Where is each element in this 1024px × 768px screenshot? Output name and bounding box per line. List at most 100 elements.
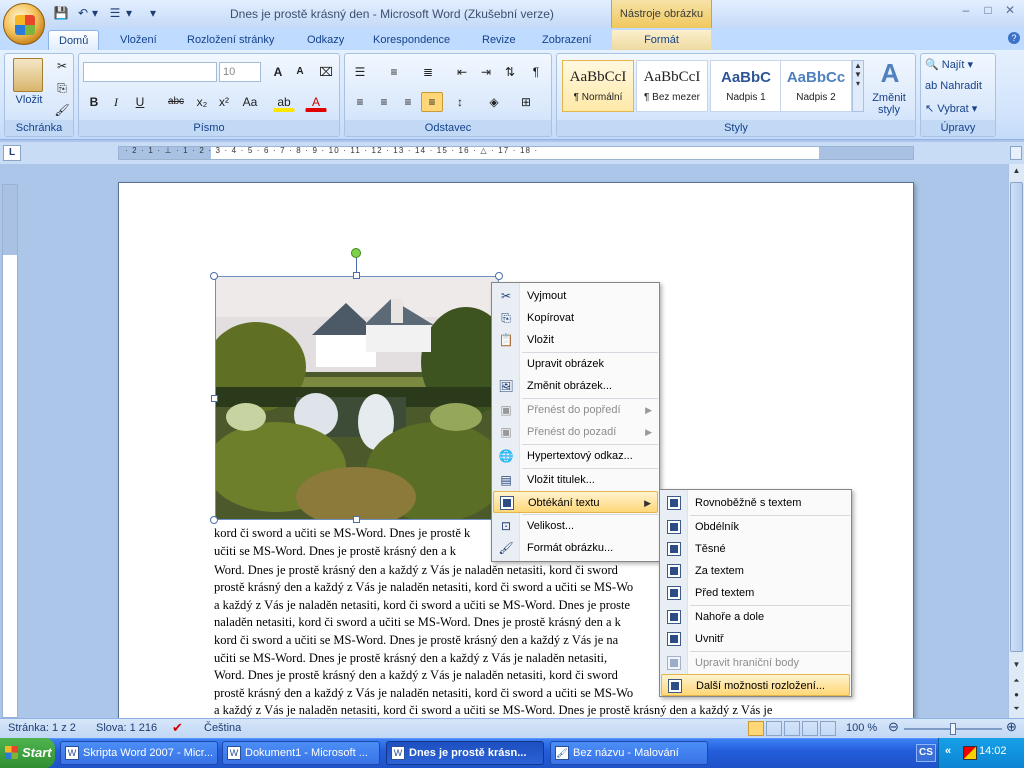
align-right-icon[interactable]: ≡ (397, 92, 419, 112)
taskbar-item[interactable]: W Skripta Word 2007 - Micr... (60, 741, 218, 765)
office-button[interactable] (3, 3, 45, 45)
view-ruler-icon[interactable] (1010, 146, 1022, 160)
menu-item-cut[interactable]: ✂ Vyjmout (493, 285, 658, 307)
decrease-indent-icon[interactable]: ⇤ (451, 62, 473, 82)
underline-button[interactable]: U (129, 92, 151, 112)
wrap-tight[interactable]: Těsné (661, 538, 850, 560)
vertical-ruler[interactable] (2, 184, 18, 718)
tab-mailings[interactable]: Korespondence (363, 30, 460, 50)
language[interactable]: Čeština (204, 722, 241, 734)
shading-icon[interactable]: ◈ (483, 92, 505, 112)
tab-insert[interactable]: Vložení (110, 30, 167, 50)
numbering-icon[interactable]: ≡ (383, 62, 405, 82)
wrap-through[interactable]: Uvnitř (661, 628, 850, 650)
menu-item-change-picture[interactable]: 🖼 Změnit obrázek... (493, 375, 658, 397)
grow-font-icon[interactable]: A (267, 62, 289, 82)
resize-handle-s[interactable] (353, 516, 360, 523)
bullets-dropdown-icon[interactable]: ▾ (124, 5, 134, 21)
tab-references[interactable]: Odkazy (297, 30, 354, 50)
minimize-button[interactable]: – (956, 3, 976, 17)
strikethrough-button[interactable]: abc (163, 92, 189, 112)
menu-item-format-picture[interactable]: 🖌 Formát obrázku... (493, 537, 658, 559)
menu-item-insert-caption[interactable]: ▤ Vložit titulek... (493, 469, 658, 491)
select-button[interactable]: ↖ Vybrat ▾ (925, 102, 977, 115)
selected-picture[interactable] (215, 276, 499, 520)
resize-handle-sw[interactable] (210, 516, 218, 524)
shrink-font-icon[interactable]: A (289, 62, 311, 82)
next-page-icon[interactable]: ⏷ (1010, 704, 1023, 716)
font-size-box[interactable]: 10 (219, 62, 261, 82)
wrap-square[interactable]: Obdélník (661, 516, 850, 538)
proofing-icon[interactable]: ✔ (172, 720, 183, 736)
menu-item-edit-picture[interactable]: Upravit obrázek (493, 353, 658, 375)
zoom-level[interactable]: 100 % (846, 722, 877, 734)
tab-review[interactable]: Revize (472, 30, 526, 50)
replace-button[interactable]: ab Nahradit (925, 80, 982, 92)
change-styles-button[interactable]: Změnit styly (866, 92, 912, 116)
font-family-box[interactable] (83, 62, 217, 82)
increase-indent-icon[interactable]: ⇥ (475, 62, 497, 82)
cut-icon[interactable]: ✂ (51, 56, 73, 76)
highlight-icon[interactable]: ab (273, 92, 295, 112)
help-icon[interactable]: ? (1008, 32, 1020, 44)
clock[interactable]: 14:02 (979, 745, 1007, 757)
multilevel-list-icon[interactable]: ≣ (417, 62, 439, 82)
scroll-down-icon[interactable]: ▼ (1010, 660, 1023, 673)
clear-formatting-icon[interactable]: ⌧ (315, 62, 337, 82)
print-layout-icon[interactable] (748, 721, 764, 736)
line-spacing-icon[interactable]: ↕ (449, 92, 471, 112)
subscript-button[interactable]: x₂ (191, 92, 213, 112)
resize-handle-nw[interactable] (210, 272, 218, 280)
horizontal-ruler[interactable]: · 2 · 1 · ⊥ · 1 · 2 · 3 · 4 · 5 · 6 · 7 … (118, 146, 914, 160)
superscript-button[interactable]: x² (213, 92, 235, 112)
change-case-button[interactable]: Aa (237, 92, 263, 112)
zoom-out-icon[interactable]: ⊖ (888, 719, 899, 735)
styles-scroll-icon[interactable]: ▲ ▼ ▾ (852, 60, 864, 112)
change-styles-icon[interactable]: A (872, 58, 908, 88)
close-button[interactable]: ✕ (1000, 3, 1020, 17)
bullets-icon[interactable]: ☰ (349, 62, 371, 82)
style-heading-1[interactable]: AaBbC Nadpis 1 (710, 60, 782, 112)
paste-button[interactable]: Vložit (9, 94, 49, 106)
zoom-slider-thumb[interactable] (950, 723, 956, 735)
resize-handle-ne[interactable] (495, 272, 503, 280)
format-painter-icon[interactable]: 🖌 (51, 100, 73, 120)
undo-dropdown-icon[interactable]: ▾ (90, 5, 100, 21)
menu-item-hyperlink[interactable]: 🌐 Hypertextový odkaz... (493, 445, 658, 467)
zoom-in-icon[interactable]: ⊕ (1006, 719, 1017, 735)
resize-handle-w[interactable] (211, 395, 218, 402)
taskbar-item[interactable]: 🖌 Bez názvu - Malování (550, 741, 708, 765)
sort-icon[interactable]: ⇅ (499, 62, 521, 82)
save-icon[interactable]: 💾 (52, 5, 70, 21)
word-count[interactable]: Slova: 1 216 (96, 722, 157, 734)
wrap-top-bottom[interactable]: Nahoře a dole (661, 606, 850, 628)
show-formatting-button[interactable]: ¶ (525, 62, 547, 82)
tab-page-layout[interactable]: Rozložení stránky (177, 30, 284, 50)
borders-icon[interactable]: ⊞ (515, 92, 537, 112)
bullets-qat-icon[interactable]: ☰ (106, 5, 124, 21)
font-color-icon[interactable]: A (305, 92, 327, 112)
more-layout-options[interactable]: Další možnosti rozložení... (661, 674, 850, 696)
tab-home[interactable]: Domů (48, 30, 100, 50)
menu-item-size[interactable]: ⊡ Velikost... (493, 515, 658, 537)
justify-icon[interactable]: ≡ (421, 92, 443, 112)
menu-item-copy[interactable]: ⎘ Kopírovat (493, 307, 658, 329)
tab-format[interactable]: Formát (612, 30, 711, 50)
vertical-scrollbar[interactable]: ▲ ▼ ⏶ ● ⏷ (1008, 164, 1024, 718)
style-heading-2[interactable]: AaBbCc Nadpis 2 (780, 60, 852, 112)
full-screen-icon[interactable] (766, 721, 782, 736)
scroll-up-icon[interactable]: ▲ (1010, 166, 1023, 179)
customize-qat-icon[interactable]: ▾ (146, 5, 160, 21)
scroll-thumb[interactable] (1010, 182, 1023, 652)
menu-item-text-wrapping[interactable]: Obtékání textu ▶ (493, 491, 658, 513)
draft-icon[interactable] (820, 721, 836, 736)
maximize-button[interactable]: □ (978, 3, 998, 17)
tray-expand-icon[interactable]: « (945, 745, 951, 757)
paste-icon[interactable] (13, 58, 43, 92)
menu-item-paste[interactable]: 📋 Vložit (493, 329, 658, 351)
style-no-spacing[interactable]: AaBbCcI ¶ Bez mezer (636, 60, 708, 112)
bold-button[interactable]: B (83, 92, 105, 112)
tray-app-icon[interactable] (963, 746, 977, 760)
browse-object-icon[interactable]: ● (1010, 690, 1023, 702)
page-count[interactable]: Stránka: 1 z 2 (8, 722, 76, 734)
